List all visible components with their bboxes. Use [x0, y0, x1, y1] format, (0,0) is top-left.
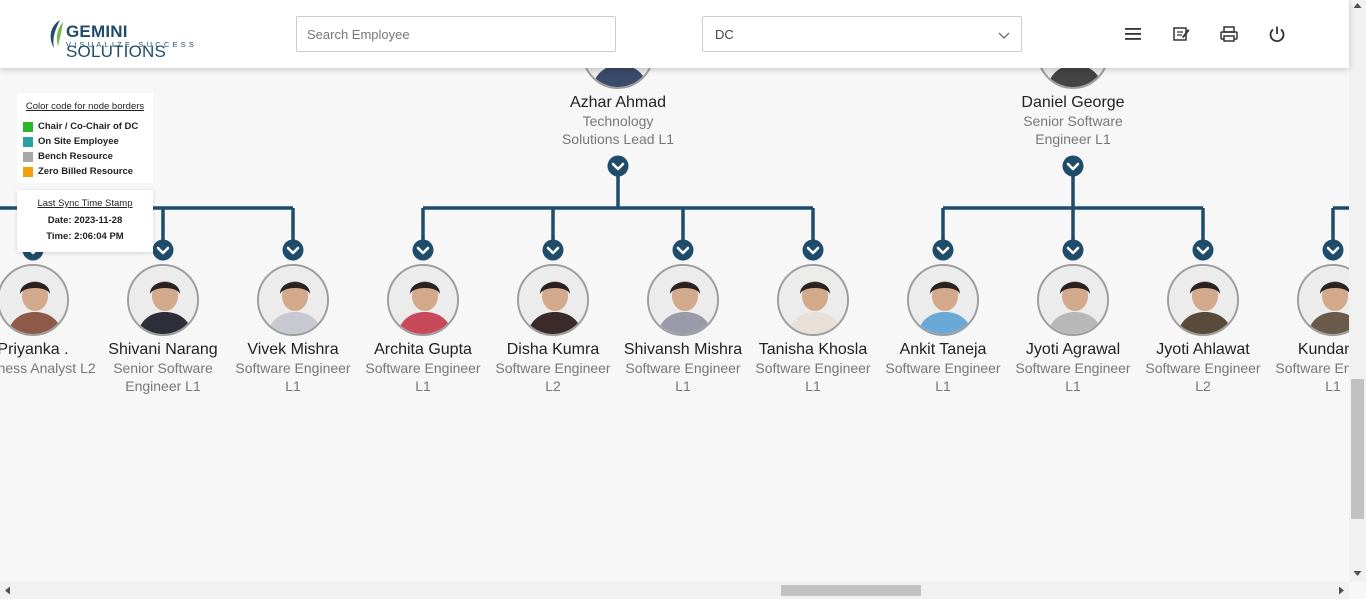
legend-item: Bench Resource: [23, 149, 147, 164]
employee-name: Ankit Taneja: [899, 341, 987, 358]
employee-name: Disha Kumra: [506, 341, 600, 358]
expand-toggle-icon[interactable]: [542, 239, 564, 261]
expand-toggle-icon[interactable]: [1192, 239, 1214, 261]
employee-title: Software Engineer L2: [1145, 360, 1261, 394]
horizontal-scrollbar[interactable]: [0, 582, 1349, 599]
expand-toggle-icon[interactable]: [152, 239, 174, 261]
employee-title: Senior Software Engineer L1: [1023, 113, 1123, 147]
notes-icon[interactable]: [1171, 24, 1191, 44]
horizontal-scroll-thumb[interactable]: [781, 585, 921, 596]
employee-title: Software Engineer L1: [365, 360, 481, 394]
employee-name: Shivani Narang: [108, 341, 218, 358]
print-icon[interactable]: [1219, 24, 1239, 44]
sync-title: Last Sync Time Stamp: [37, 198, 133, 209]
legend-label: Zero Billed Resource: [38, 166, 134, 177]
legend-swatch: [23, 136, 33, 147]
employee-node: Tanisha Khosla Software Engineer L1: [748, 341, 878, 395]
employee-avatar[interactable]: [517, 264, 589, 336]
employee-node: Jyoti Ahlawat Software Engineer L2: [1138, 341, 1268, 395]
employee-title: Software Engineer L1: [1015, 360, 1131, 394]
legend-swatch: [23, 121, 33, 132]
scroll-down-arrow-icon[interactable]: [1353, 570, 1362, 577]
employee-avatar[interactable]: [907, 264, 979, 336]
power-icon[interactable]: [1267, 24, 1287, 44]
employee-name: Archita Gupta: [374, 341, 472, 358]
sync-time: Time: 2:06:04 PM: [46, 231, 124, 242]
top-header: GEMINI SOLUTIONS VISUALIZE SUCCESS DC: [0, 0, 1349, 68]
legend-label: On Site Employee: [38, 136, 119, 147]
sync-timestamp-card: Last Sync Time Stamp Date: 2023-11-28 Ti…: [17, 190, 153, 252]
employee-name: Tanisha Khosla: [758, 341, 868, 358]
dc-select-value: DC: [715, 27, 734, 42]
color-legend: Color code for node borders Chair / Co-C…: [17, 93, 153, 183]
employee-name: Azhar Ahmad: [569, 94, 667, 111]
legend-item: Chair / Co-Chair of DC: [23, 119, 147, 134]
legend-title: Color code for node borders: [25, 101, 145, 112]
logo-tagline: VISUALIZE SUCCESS: [66, 40, 198, 49]
employee-title: Senior Software Engineer L1: [113, 360, 213, 394]
employee-name: Shivansh Mishra: [623, 341, 743, 358]
employee-avatar[interactable]: [127, 264, 199, 336]
employee-title: Business Analyst L2: [0, 360, 96, 376]
legend-swatch: [23, 151, 33, 162]
employee-node: Archita Gupta Software Engineer L1: [358, 341, 488, 395]
expand-toggle-icon[interactable]: [607, 155, 629, 177]
employee-name: Priyanka .: [0, 341, 69, 358]
employee-avatar[interactable]: [257, 264, 329, 336]
menu-icon[interactable]: [1123, 24, 1143, 44]
employee-avatar[interactable]: [1037, 264, 1109, 336]
expand-toggle-icon[interactable]: [1062, 155, 1084, 177]
employee-node: Shivani Narang Senior Software Engineer L…: [98, 341, 228, 395]
scroll-right-arrow-icon[interactable]: [1338, 586, 1345, 595]
expand-toggle-icon[interactable]: [672, 239, 694, 261]
parent-node: Azhar Ahmad Technology Solutions Lead L1: [553, 94, 683, 148]
search-input[interactable]: [296, 16, 616, 52]
employee-avatar[interactable]: [777, 264, 849, 336]
employee-title: Software Engineer L1: [235, 360, 351, 394]
employee-node: Vivek Mishra Software Engineer L1: [228, 341, 358, 395]
employee-name: Jyoti Agrawal: [1025, 341, 1121, 358]
sync-date: Date: 2023-11-28: [47, 215, 123, 226]
scroll-left-arrow-icon[interactable]: [4, 586, 11, 595]
employee-name: Vivek Mishra: [247, 341, 339, 358]
expand-toggle-icon[interactable]: [1062, 239, 1084, 261]
expand-toggle-icon[interactable]: [932, 239, 954, 261]
employee-title: Software Engineer L1: [885, 360, 1001, 394]
org-chart: Azhar Ahmad Technology Solutions Lead L1 D…: [0, 0, 1366, 582]
gemini-logo[interactable]: GEMINI SOLUTIONS VISUALIZE SUCCESS: [46, 16, 221, 61]
employee-avatar[interactable]: [647, 264, 719, 336]
employee-name: Jyoti Ahlawat: [1156, 341, 1250, 358]
employee-name: Daniel George: [1021, 94, 1125, 111]
legend-item: Zero Billed Resource: [23, 164, 147, 179]
employee-title: Technology Solutions Lead L1: [561, 113, 675, 147]
legend-item: On Site Employee: [23, 134, 147, 149]
expand-toggle-icon[interactable]: [802, 239, 824, 261]
expand-toggle-icon[interactable]: [282, 239, 304, 261]
leaf-icon: [50, 20, 63, 48]
expand-toggle-icon[interactable]: [1322, 239, 1344, 261]
vertical-scroll-thumb[interactable]: [1351, 379, 1364, 519]
chevron-down-icon: [998, 32, 1010, 39]
employee-node: Disha Kumra Software Engineer L2: [488, 341, 618, 395]
employee-avatar[interactable]: [0, 264, 69, 336]
employee-node: Jyoti Agrawal Software Engineer L1: [1008, 341, 1138, 395]
expand-toggle-icon[interactable]: [412, 239, 434, 261]
scroll-up-arrow-icon[interactable]: [1353, 2, 1362, 9]
legend-label: Chair / Co-Chair of DC: [38, 121, 139, 132]
employee-node: Priyanka . Business Analyst L2: [0, 341, 98, 377]
employee-node: Shivansh Mishra Software Engineer L1: [618, 341, 748, 395]
legend-label: Bench Resource: [38, 151, 113, 162]
dc-select[interactable]: DC: [702, 16, 1022, 52]
legend-swatch: [23, 166, 33, 177]
employee-node: Ankit Taneja Software Engineer L1: [878, 341, 1008, 395]
employee-title: Software Engineer L1: [755, 360, 871, 394]
employee-title: Software Engineer L1: [625, 360, 741, 394]
employee-title: Software Engineer L2: [495, 360, 611, 394]
employee-avatar[interactable]: [1167, 264, 1239, 336]
employee-avatar[interactable]: [387, 264, 459, 336]
parent-node: Daniel George Senior Software Engineer L1: [1008, 94, 1138, 148]
